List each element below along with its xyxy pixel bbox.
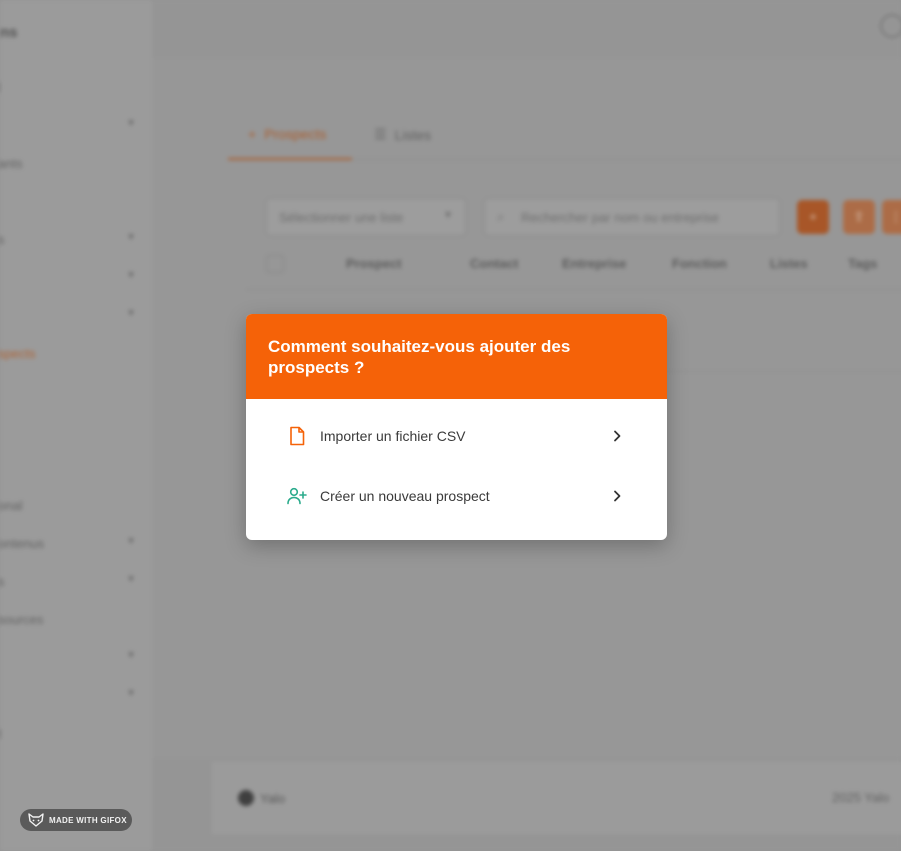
chevron-right-icon — [610, 429, 624, 443]
create-prospect-option[interactable]: Créer un nouveau prospect — [246, 466, 667, 526]
create-prospect-label: Créer un nouveau prospect — [320, 488, 490, 504]
gifox-badge-text: MADE WITH GIFOX — [49, 815, 127, 825]
import-csv-option[interactable]: Importer un fichier CSV — [246, 406, 667, 466]
add-prospect-modal: Comment souhaitez-vous ajouter des prosp… — [246, 314, 667, 540]
gifox-badge: MADE WITH GIFOX — [20, 809, 132, 831]
import-csv-label: Importer un fichier CSV — [320, 428, 466, 444]
user-plus-icon — [287, 486, 307, 506]
modal-title: Comment souhaitez-vous ajouter des prosp… — [268, 337, 571, 377]
file-icon — [287, 426, 307, 446]
fox-icon — [28, 813, 44, 827]
chevron-right-icon — [610, 489, 624, 503]
modal-header: Comment souhaitez-vous ajouter des prosp… — [246, 314, 667, 399]
screen: ns l ▼ ants s ▼ ▼ ▼ — [0, 0, 901, 851]
